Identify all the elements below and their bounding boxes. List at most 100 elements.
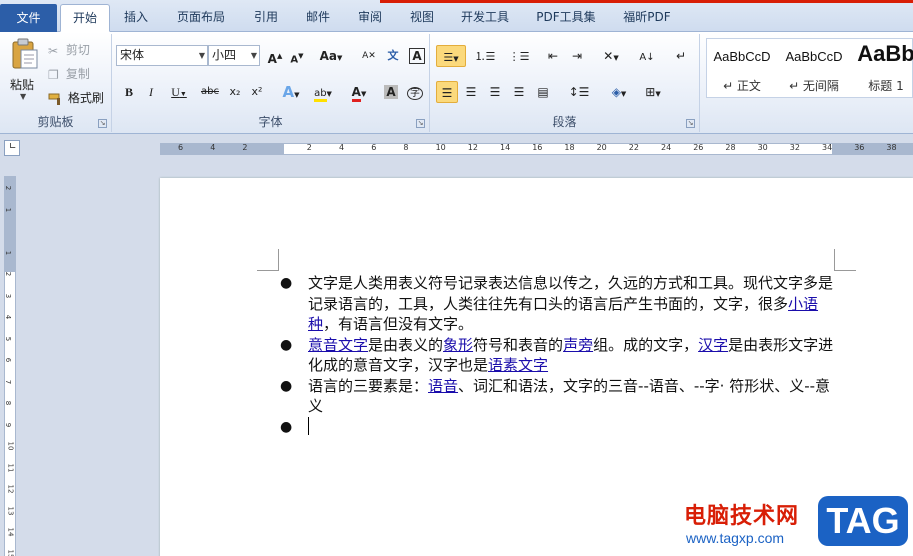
line-spacing-button[interactable]: ↕☰: [564, 81, 594, 103]
font-dialog-launcher[interactable]: ↘: [416, 119, 425, 128]
font-color-button[interactable]: A▼: [344, 81, 374, 103]
phonetic-guide-button[interactable]: 文: [382, 45, 404, 67]
paragraph-dialog-launcher[interactable]: ↘: [686, 119, 695, 128]
justify-button[interactable]: ☰: [508, 81, 530, 103]
tab-home[interactable]: 开始: [60, 4, 110, 32]
numbering-button[interactable]: ⒈☰: [470, 45, 500, 67]
sort-icon: A↓: [639, 52, 655, 63]
hyperlink[interactable]: 象形: [443, 336, 473, 354]
horizontal-ruler[interactable]: 6 4 2 2 4 6 8 10 12 14 16 18 20 22 24 26 28 30 32 34 36 38: [160, 143, 913, 155]
ruler-number: 3: [4, 293, 13, 298]
borders-icon: ⊞: [645, 85, 656, 99]
bullets-button[interactable]: ☰▼: [436, 45, 466, 67]
chinese-layout-button[interactable]: ✕▼: [596, 45, 626, 67]
document-body[interactable]: ● 文字是人类用表义符号记录表达信息以传之，久远的方式和工具。现代文字多是记录语言…: [280, 273, 840, 437]
bullet-list-item[interactable]: ● 文字是人类用表义符号记录表达信息以传之，久远的方式和工具。现代文字多是记录语言…: [280, 273, 840, 335]
grow-font-button[interactable]: A▲: [264, 45, 286, 67]
align-right-button[interactable]: ☰: [484, 81, 506, 103]
font-name-value: 宋体: [120, 48, 145, 62]
tab-mailings[interactable]: 邮件: [296, 5, 340, 31]
bullet-list-item[interactable]: ● 意音文字是由表义的象形符号和表音的声旁组。成的文字，汉字是由表形文字进化成的意…: [280, 335, 840, 376]
style-no-spacing[interactable]: AaBbCcD ↵ 无间隔: [779, 39, 849, 99]
paragraph-text: [308, 416, 309, 436]
tab-foxit-pdf[interactable]: 福昕PDF: [614, 5, 680, 31]
character-shading-button[interactable]: A: [380, 81, 402, 103]
strikethrough-button[interactable]: abc: [198, 81, 222, 103]
tab-review[interactable]: 审阅: [348, 5, 392, 31]
hyperlink[interactable]: 意音文字: [308, 336, 368, 354]
format-painter-button[interactable]: 格式刷: [48, 88, 104, 108]
bullet-glyph: ●: [280, 336, 293, 353]
style-heading-1[interactable]: AaBb 标题 1: [851, 39, 913, 99]
increase-indent-button[interactable]: ⇥: [566, 45, 588, 67]
font-size-combo[interactable]: 小四 ▼: [208, 45, 260, 66]
ruler-number: 14: [500, 143, 511, 152]
paint-bucket-icon: ◈: [611, 85, 621, 99]
enclose-characters-button[interactable]: 字: [404, 81, 426, 103]
paragraph-group: ☰▼ ⒈☰ ⋮☰ ⇤ ⇥ ✕▼ A↓ ↵ ☰ ☰ ☰ ☰ ▤ ↕☰ ◈▼ ⊞▼ …: [430, 34, 700, 132]
subscript-button[interactable]: x₂: [224, 81, 246, 103]
ruler-number: 28: [725, 143, 736, 152]
hyperlink[interactable]: 语音: [428, 377, 458, 395]
hyperlink[interactable]: 语素文字: [488, 356, 548, 374]
hyperlink[interactable]: 汉字: [698, 336, 728, 354]
vertical-ruler[interactable]: 2 1 1 2 3 4 5 6 7 8 9 10 11 12 13 14 15: [4, 176, 16, 556]
ruler-top-margin: [5, 176, 15, 272]
tab-page-layout[interactable]: 页面布局: [168, 5, 234, 31]
clipboard-dialog-launcher[interactable]: ↘: [98, 119, 107, 128]
bold-button[interactable]: B: [118, 81, 140, 103]
highlight-button[interactable]: ab▼: [308, 81, 338, 103]
shading-button[interactable]: ◈▼: [604, 81, 634, 103]
bullet-list-item[interactable]: ● 语言的三要素是：语音、词汇和语法，文字的三音--语音、--字· 符形状、义--…: [280, 376, 840, 417]
tab-selector-button[interactable]: ∟: [4, 140, 20, 156]
change-case-button[interactable]: Aa▼: [316, 45, 346, 67]
cut-button[interactable]: ✂ 剪切: [48, 40, 90, 60]
text-effects-button[interactable]: A▼: [276, 81, 306, 103]
style-normal[interactable]: AaBbCcD ↵ 正文: [707, 39, 777, 99]
distributed-button[interactable]: ▤: [532, 81, 554, 103]
character-border-button[interactable]: A: [406, 45, 428, 67]
enclose-characters-icon: 字: [407, 87, 423, 100]
paste-button[interactable]: 粘贴 ▼: [6, 36, 44, 106]
justify-icon: ☰: [513, 85, 525, 99]
style-preview: AaBbCcD: [785, 49, 843, 64]
decrease-indent-button[interactable]: ⇤: [542, 45, 564, 67]
bullet-glyph: ●: [280, 418, 293, 435]
paste-dropdown-arrow[interactable]: ▼: [20, 92, 26, 101]
align-center-button[interactable]: ☰: [460, 81, 482, 103]
tab-developer[interactable]: 开发工具: [452, 5, 518, 31]
hyperlink[interactable]: 声旁: [563, 336, 593, 354]
increase-indent-icon: ⇥: [571, 49, 583, 63]
ruler-number: 14: [6, 527, 15, 537]
shrink-font-button[interactable]: A▼: [286, 45, 308, 67]
underline-button[interactable]: U▼: [164, 81, 194, 103]
show-marks-button[interactable]: ↵: [670, 45, 692, 67]
superscript-button[interactable]: x²: [246, 81, 268, 103]
pilcrow-icon: ↵: [675, 49, 687, 63]
paragraph-group-label: 段落: [552, 115, 577, 129]
phonetic-guide-icon: 文: [387, 49, 399, 62]
font-name-combo[interactable]: 宋体 ▼: [116, 45, 208, 66]
decrease-indent-icon: ⇤: [547, 49, 559, 63]
tab-view[interactable]: 视图: [400, 5, 444, 31]
multilevel-list-button[interactable]: ⋮☰: [504, 45, 534, 67]
italic-button[interactable]: I: [140, 81, 162, 103]
bullet-list-item[interactable]: ●: [280, 416, 840, 438]
copy-button[interactable]: ❐ 复制: [48, 64, 90, 84]
ruler-number: 4: [210, 143, 216, 152]
tab-references[interactable]: 引用: [244, 5, 288, 31]
tab-pdf-tools[interactable]: PDF工具集: [528, 5, 604, 31]
ruler-number: 10: [6, 441, 15, 451]
ruler-number: 12: [6, 484, 15, 494]
clear-formatting-icon: A✕: [362, 51, 376, 61]
clipboard-group-label: 剪贴板: [37, 115, 74, 129]
copy-icon: ❐: [48, 67, 59, 82]
tab-insert[interactable]: 插入: [114, 5, 158, 31]
font-group-label: 字体: [258, 115, 283, 129]
borders-button[interactable]: ⊞▼: [638, 81, 668, 103]
align-left-button[interactable]: ☰: [436, 81, 458, 103]
clear-formatting-button[interactable]: A✕: [358, 45, 380, 67]
sort-button[interactable]: A↓: [636, 45, 658, 67]
tab-file[interactable]: 文件: [0, 4, 57, 32]
cut-label: 剪切: [65, 43, 90, 57]
